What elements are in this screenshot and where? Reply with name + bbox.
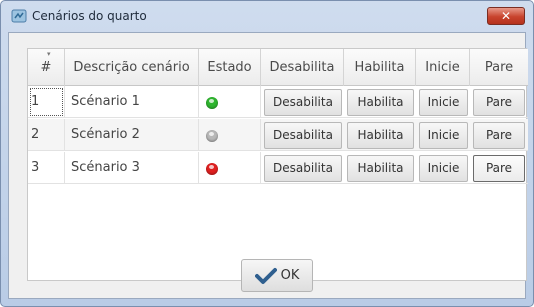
title-bar[interactable]: Cenários do quarto ✕ <box>1 1 533 31</box>
table-header: ▾ # Descrição cenário Estado Desabilita … <box>28 49 528 86</box>
disable-button[interactable]: Desabilita <box>264 89 342 116</box>
close-icon: ✕ <box>500 9 512 23</box>
table-row[interactable]: 2 Scénario 2 Desabilita Habilita Inicie … <box>28 119 528 151</box>
start-button[interactable]: Inicie <box>419 122 468 149</box>
status-cell <box>199 152 261 184</box>
table-row[interactable]: 3 Scénario 3 Desabilita Habilita Inicie … <box>28 152 528 184</box>
status-indicator-icon <box>206 163 218 175</box>
scenario-description: Scénario 3 <box>65 152 199 184</box>
dialog-body: ▾ # Descrição cenário Estado Desabilita … <box>8 32 528 299</box>
stop-button[interactable]: Pare <box>473 155 525 182</box>
window-title: Cenários do quarto <box>32 9 147 23</box>
ok-button[interactable]: OK <box>241 259 313 292</box>
header-disable[interactable]: Desabilita <box>261 49 344 86</box>
status-cell <box>199 119 261 151</box>
stop-button[interactable]: Pare <box>473 89 525 116</box>
checkmark-icon <box>254 267 277 284</box>
header-stop[interactable]: Pare <box>470 49 528 86</box>
start-button[interactable]: Inicie <box>419 155 468 182</box>
start-button[interactable]: Inicie <box>419 89 468 116</box>
scenario-description: Scénario 1 <box>65 86 199 118</box>
scenarios-table: ▾ # Descrição cenário Estado Desabilita … <box>27 48 528 281</box>
status-indicator-icon <box>206 130 218 142</box>
room-scenarios-icon <box>11 9 27 23</box>
disable-button[interactable]: Desabilita <box>264 155 342 182</box>
enable-button[interactable]: Habilita <box>347 155 414 182</box>
disable-button[interactable]: Desabilita <box>264 122 342 149</box>
scenario-description: Scénario 2 <box>65 119 199 151</box>
close-button[interactable]: ✕ <box>487 7 525 25</box>
enable-button[interactable]: Habilita <box>347 122 414 149</box>
header-start[interactable]: Inicie <box>416 49 470 86</box>
ok-label: OK <box>280 268 300 283</box>
header-description[interactable]: Descrição cenário <box>65 49 199 86</box>
sort-indicator-icon: ▾ <box>47 50 51 58</box>
row-number: 2 <box>28 119 65 151</box>
header-enable[interactable]: Habilita <box>344 49 416 86</box>
dialog-window: Cenários do quarto ✕ ▾ # Descrição cenár… <box>0 0 534 307</box>
row-number: 3 <box>28 152 65 184</box>
status-indicator-icon <box>206 97 218 109</box>
table-row[interactable]: 1 Scénario 1 Desabilita Habilita Inicie … <box>28 86 528 118</box>
row-number: 1 <box>28 86 65 118</box>
header-status[interactable]: Estado <box>199 49 261 86</box>
enable-button[interactable]: Habilita <box>347 89 414 116</box>
status-cell <box>199 86 261 118</box>
header-number[interactable]: ▾ # <box>28 49 65 86</box>
stop-button[interactable]: Pare <box>473 122 525 149</box>
